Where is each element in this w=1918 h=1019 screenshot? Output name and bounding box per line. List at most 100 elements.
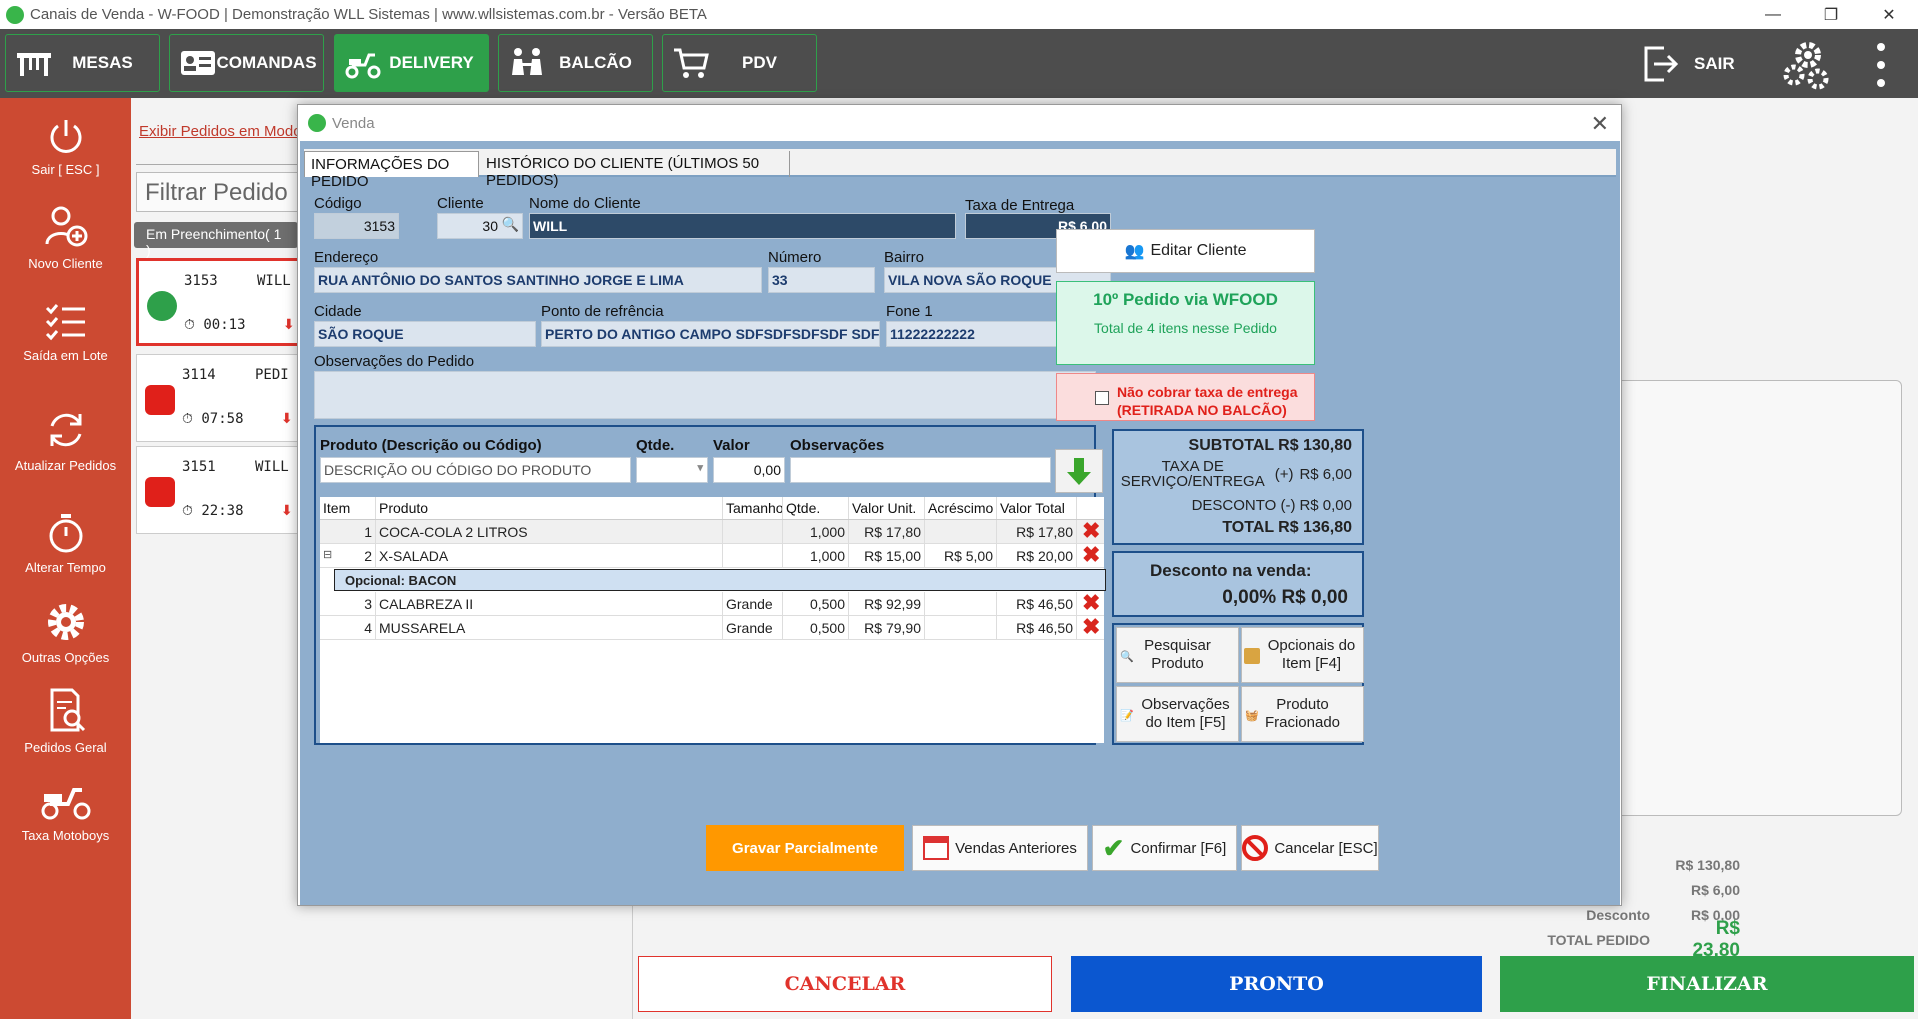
minimize-button[interactable]: — [1744,0,1802,29]
table-header-valor-unit: Valor Unit. [849,497,925,519]
table-row[interactable]: ⊟ 2 X-SALADA 1,000 R$ 15,00 R$ 5,00 R$ 2… [320,544,1104,568]
sidebar-item-pedidos-geral[interactable]: Pedidos Geral [0,688,131,755]
finalizar-button[interactable]: FINALIZAR [1500,956,1914,1012]
add-product-button[interactable] [1055,449,1103,493]
table-header-item: Item [320,497,376,519]
valor-input[interactable]: 0,00 [713,457,785,483]
add-user-icon [45,206,87,247]
pronto-button[interactable]: PRONTO [1071,956,1482,1012]
cliente-field[interactable]: 30 🔍 [437,213,523,239]
close-window-button[interactable]: ✕ [1860,0,1918,29]
exibir-pedidos-link[interactable]: Exibir Pedidos em Modo [139,123,302,140]
delete-item-icon[interactable]: ✖ [1082,592,1100,614]
produto-search-input[interactable]: DESCRIÇÃO OU CÓDIGO DO PRODUTO [320,457,631,483]
order-card[interactable]: 3114 PEDI ⏱ 07:58 ⬇ [136,354,302,442]
items-table: Item Produto Tamanho Qtde. Valor Unit. A… [320,497,1106,743]
sidebar-item-outras-opcoes[interactable]: Outras Opções [0,600,131,665]
cancelar-order-button[interactable]: CANCELAR [638,956,1052,1012]
cell-valor-total: R$ 20,00 [997,544,1077,568]
tab-historico[interactable]: HISTÓRICO DO CLIENTE (ÚLTIMOS 50 PEDIDOS… [480,151,790,189]
search-icon[interactable]: 🔍 [502,216,519,233]
observacoes-item-label: Observações do Item [F5] [1141,696,1230,731]
desconto-venda-values: 0,00% R$ 0,00 [1222,587,1348,609]
restore-button[interactable]: ❐ [1802,0,1860,29]
cell-acrescimo [925,616,997,640]
editar-cliente-button[interactable]: 👥 Editar Cliente [1056,229,1315,273]
order-card[interactable]: 3151 WILL ⏱ 22:38 ⬇ [136,446,302,534]
order-name: WILL [255,459,289,475]
tab-informacoes[interactable]: INFORMAÇÕES DO PEDIDO [304,151,479,190]
cancelar-dialog-button[interactable]: Cancelar [ESC] [1241,825,1379,871]
delete-item-icon[interactable]: ✖ [1082,520,1100,542]
qtde-select[interactable]: ▾ [636,457,708,483]
table-row[interactable]: 1 COCA-COLA 2 LITROS 1,000 R$ 17,80 R$ 1… [320,520,1104,544]
sidebar-item-novo-cliente[interactable]: Novo Cliente [0,204,131,271]
confirmar-button[interactable]: ✔ Confirmar [F6] [1092,825,1237,871]
cell-acrescimo [925,520,997,544]
filter-order-input[interactable]: Filtrar Pedido [136,172,306,212]
desconto-venda-label: Desconto na venda: [1150,561,1312,580]
desconto-venda-box[interactable]: Desconto na venda: 0,00% R$ 0,00 [1112,551,1364,617]
sidebar-item-alterar-tempo[interactable]: Alterar Tempo [0,512,131,575]
sidebar-item-sair[interactable]: Sair [ ESC ] [0,116,131,177]
product-panel: Produto (Descrição ou Código) Qtde. Valo… [314,425,1106,745]
observacoes-produto-label: Observações [790,437,885,454]
checkbox[interactable] [1095,391,1109,405]
pedido-itens-text: Total de 4 itens nesse Pedido [1094,320,1277,336]
app-logo-icon [308,114,326,132]
numero-field[interactable]: 33 [768,267,875,293]
delete-item-icon[interactable]: ✖ [1082,616,1100,638]
close-dialog-button[interactable]: ✕ [1591,111,1609,137]
sidebar-item-label: Novo Cliente [28,256,103,271]
nav-balcao-button[interactable]: BALCÃO [498,34,653,92]
em-preenchimento-badge[interactable]: Em Preenchimento( 1 ) [134,222,298,258]
stopwatch-icon [49,514,82,553]
order-card[interactable]: 3153 WILL ⏱ 00:13 ⬇ [136,258,302,346]
delete-item-icon[interactable]: ✖ [1082,544,1100,566]
sidebar-item-saida-lote[interactable]: Saída em Lote [0,302,131,363]
opcionais-item-button[interactable]: Opcionais do Item [F4] [1241,627,1364,683]
observacoes-field[interactable] [314,371,1096,419]
note-edit-icon: 📝 [1120,710,1134,722]
table-row[interactable]: 3 CALABREZA II Grande 0,500 R$ 92,99 R$ … [320,592,1104,616]
observacoes-item-button[interactable]: 📝 Observações do Item [F5] [1116,686,1239,742]
codigo-field[interactable]: 3153 [314,213,399,239]
order-time: ⏱ 00:13 [184,317,246,333]
more-menu-icon[interactable] [1876,43,1886,87]
vendas-anteriores-button[interactable]: Vendas Anteriores [912,825,1088,871]
cidade-field[interactable]: SÃO ROQUE [314,321,536,347]
pesquisar-produto-button[interactable]: 🔍 Pesquisar Produto [1116,627,1239,683]
nav-comandas-button[interactable]: COMANDAS [169,34,324,92]
cell-valor-total: R$ 17,80 [997,520,1077,544]
nav-delivery-label: DELIVERY [389,53,474,72]
sidebar-item-atualizar[interactable]: Atualizar Pedidos [0,408,131,473]
gravar-parcialmente-button[interactable]: Gravar Parcialmente [706,825,904,871]
magnifier-icon: 🔍 [1120,651,1134,663]
opcional-row[interactable]: Opcional: BACON [334,569,1106,591]
produto-fracionado-button[interactable]: 🧺 Produto Fracionado [1241,686,1364,742]
editar-cliente-label: Editar Cliente [1150,242,1247,259]
subtotal-value: R$ 130,80 [1278,437,1352,454]
nav-pdv-button[interactable]: PDV [662,34,817,92]
nome-label: Nome do Cliente [529,195,641,212]
sair-button[interactable]: SAIR [1640,37,1735,91]
desconto-percent: 0,00% [1222,587,1277,608]
arrow-down-green-icon [1067,458,1091,485]
observacoes-produto-input[interactable] [790,457,1051,483]
settings-gears-icon[interactable] [1778,37,1834,97]
sidebar-item-taxa-motoboys[interactable]: Taxa Motoboys [0,778,131,843]
table-row[interactable]: 4 MUSSARELA Grande 0,500 R$ 79,90 R$ 46,… [320,616,1104,640]
nav-mesas-button[interactable]: MESAS [5,34,160,92]
users-icon: 👥 [1124,243,1145,260]
nome-cliente-field[interactable]: WILL [529,213,956,239]
order-id: 3151 [182,459,216,475]
sidebar-item-label: Alterar Tempo [25,560,106,575]
ponto-referencia-field[interactable]: PERTO DO ANTIGO CAMPO SDFSDFSDFSDF SDFS … [541,321,880,347]
endereco-field[interactable]: RUA ANTÔNIO DO SANTOS SANTINHO JORGE E L… [314,267,762,293]
cell-qtde: 0,500 [783,592,849,616]
title-bar: Canais de Venda - W-FOOD | Demonstração … [0,0,1918,29]
nav-pdv-label: PDV [742,53,777,72]
taxa-label-line2: SERVIÇO/ENTREGA [1120,473,1265,490]
nao-cobrar-taxa-checkbox[interactable]: Não cobrar taxa de entrega (RETIRADA NO … [1056,373,1315,421]
nav-delivery-button[interactable]: DELIVERY [334,34,489,92]
